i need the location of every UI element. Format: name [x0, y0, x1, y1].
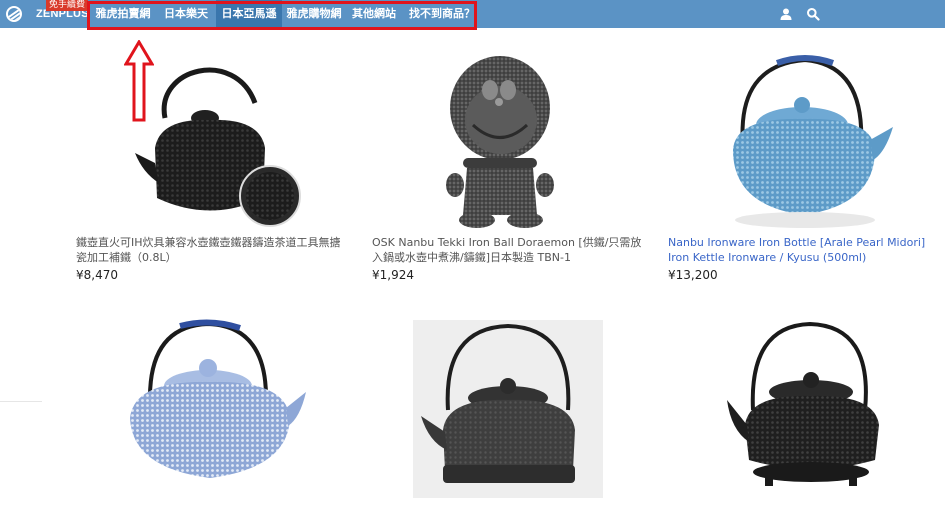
product-title[interactable]: OSK Nanbu Tekki Iron Ball Doraemon [供鐵/只… — [372, 235, 647, 265]
product-price: ¥13,200 — [668, 268, 718, 282]
product-image[interactable] — [120, 318, 310, 505]
product-title[interactable]: 鐵壺直火可IH炊具兼容水壺鐵壺鐵器鑄造茶道工具無搪瓷加工補鐵（0.8L） — [76, 235, 351, 265]
search-icon[interactable] — [806, 7, 820, 21]
product-price: ¥8,470 — [76, 268, 118, 282]
nav-highlight-box — [87, 1, 477, 30]
product-title-link[interactable]: Nanbu Ironware Iron Bottle [Arale Pearl … — [668, 235, 945, 265]
product-price: ¥1,924 — [372, 268, 414, 282]
product-image[interactable] — [445, 50, 555, 230]
logo-icon[interactable] — [6, 6, 22, 22]
free-fee-badge: 免手續費 — [46, 0, 89, 11]
product-image[interactable] — [413, 320, 603, 498]
divider — [0, 401, 42, 402]
product-image[interactable] — [715, 45, 895, 230]
product-image[interactable] — [725, 320, 890, 498]
product-image[interactable] — [135, 48, 305, 228]
user-icon[interactable] — [779, 7, 793, 21]
